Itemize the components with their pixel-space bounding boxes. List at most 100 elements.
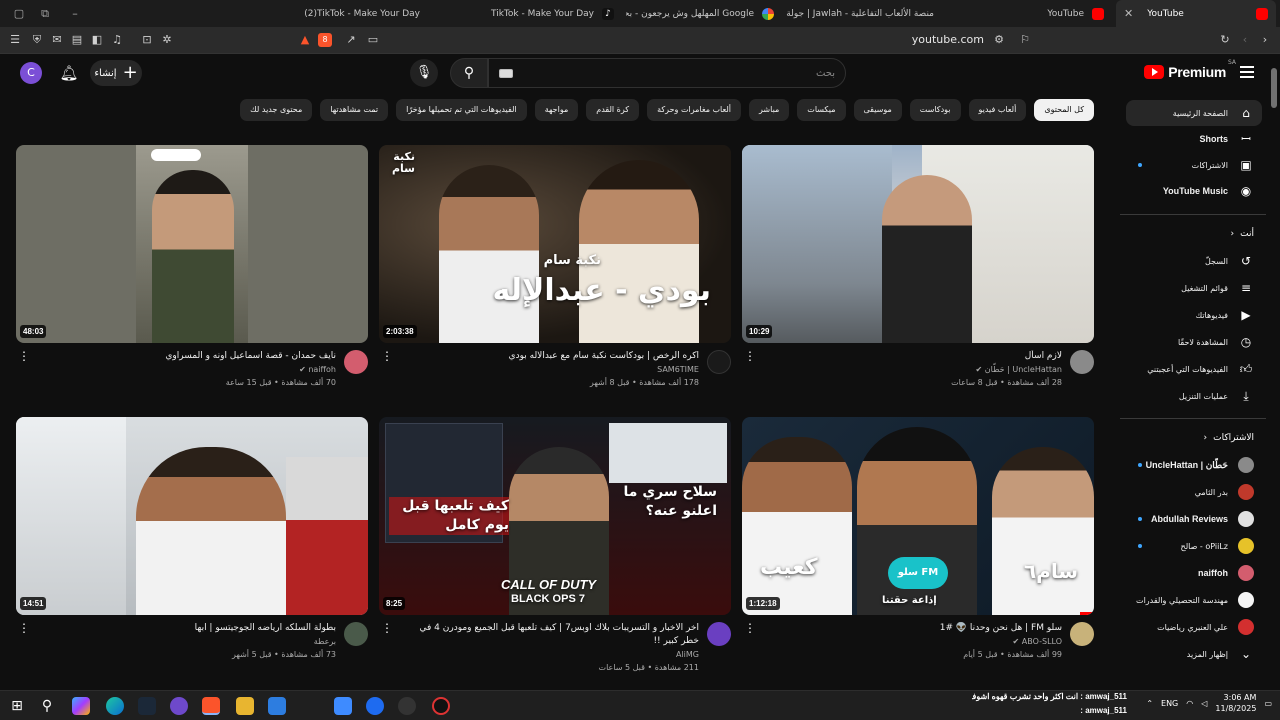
music-icon[interactable]: ♫ <box>110 33 124 47</box>
video-card[interactable]: كعيب سام٦ سلو FM إذاعة حقتنا 1:12:18 ⋮ س… <box>742 417 1094 679</box>
video-title[interactable]: بطولة السلكه ارياضه الجوجيتسو | ابها <box>36 622 336 635</box>
channel-name[interactable]: AliMG <box>676 650 699 659</box>
sidebar-item-youtube-music[interactable]: YouTube Music ◉ <box>1126 178 1262 204</box>
video-card[interactable]: سلاح سري ما اعلنو عنه؟ كيف تلعبها قبل يو… <box>379 417 731 679</box>
page-scrollbar[interactable] <box>1270 60 1278 680</box>
search-input[interactable]: بحث <box>488 58 846 88</box>
search-button[interactable]: ⚲ <box>450 58 488 88</box>
video-card[interactable]: 10:29 ⋮ لازم اسأل UncleHattan | حَطّان ✔… <box>742 145 1094 407</box>
app-icon[interactable] <box>398 697 416 715</box>
chip[interactable]: محتوى جديد لك <box>240 99 313 121</box>
brave-rewards-icon[interactable]: ▲ <box>298 33 312 47</box>
chip[interactable]: موسيقى <box>853 99 902 121</box>
sidebar-subscriptions-heading[interactable]: › الاشتراكات <box>1126 428 1262 448</box>
volume-icon[interactable]: ◁ <box>1201 699 1207 708</box>
browser-tab[interactable]: (2)TikTok - Make Your Day <box>292 0 428 27</box>
browser-tab-active[interactable]: ✕ YouTube <box>1116 0 1276 27</box>
sidebar-item-shorts[interactable]: Shorts ꟷ <box>1126 126 1262 152</box>
chip[interactable]: مواجهة <box>534 99 579 121</box>
chip[interactable]: بودكاست <box>909 99 961 121</box>
voice-search-mic-icon[interactable]: 🎙︎ <box>410 59 438 87</box>
forward-icon[interactable]: ‹ <box>1238 33 1252 47</box>
video-card[interactable]: 48:03 ⋮ نايف حمدان - قصة اسماعيل اونه و … <box>16 145 368 407</box>
sidebar-item-home[interactable]: الصفحة الرئيسية ⌂ <box>1126 100 1262 126</box>
video-card[interactable]: 14:51 ⋮ بطولة السلكه ارياضه الجوجيتسو | … <box>16 417 368 679</box>
sidebar-subscription[interactable]: بدر الثامي <box>1126 479 1262 505</box>
edge-icon[interactable] <box>106 697 124 715</box>
more-options-icon[interactable]: ⋮ <box>18 622 30 636</box>
sidebar-item-history[interactable]: السجلّ ↺ <box>1126 248 1262 274</box>
chip[interactable]: مباشر <box>749 99 790 121</box>
more-options-icon[interactable]: ⋮ <box>18 350 30 364</box>
window-menu-icon[interactable]: ▢ <box>10 5 28 23</box>
more-options-icon[interactable]: ⋮ <box>744 350 756 364</box>
site-settings-icon[interactable]: ⚙ <box>992 33 1006 47</box>
clock[interactable]: 3:06 AM 11/8/2025 <box>1215 692 1256 714</box>
channel-name[interactable]: ABO-SLLO ✔ <box>1013 637 1062 646</box>
video-title[interactable]: اخر الاخبار و التسريبات بلاك اوبس7 | كيف… <box>399 622 699 648</box>
app-icon[interactable] <box>334 697 352 715</box>
channel-name[interactable]: UncleHattan | حَطّان ✔ <box>976 365 1063 374</box>
channel-name[interactable]: naiffoh ✔ <box>299 365 336 374</box>
chip[interactable]: ألعاب فيديو <box>968 99 1027 121</box>
steam-icon[interactable] <box>138 697 156 715</box>
browser-tab[interactable]: المهلهل وش يرجعون - بحث Google <box>626 0 782 27</box>
sidebar-menu-icon[interactable]: ☰ <box>8 33 22 47</box>
store-icon[interactable] <box>268 697 286 715</box>
file-explorer-icon[interactable] <box>236 697 254 715</box>
notifications-bell-icon[interactable]: 🔔︎ <box>58 62 80 84</box>
sidebar-subscription[interactable]: صالح - oPiiLz <box>1126 533 1262 559</box>
channel-name[interactable]: SAM6TIME <box>657 365 699 374</box>
video-title[interactable]: سلو FM | هل نحن وحدنا 👽 #1 <box>762 622 1062 635</box>
sidebar-subscription[interactable]: UncleHattan | حَطّان <box>1126 452 1262 478</box>
sidebar-item-subscriptions[interactable]: الاشتراكات ▣ <box>1126 152 1262 178</box>
channel-avatar[interactable] <box>344 622 368 646</box>
video-thumbnail[interactable]: 10:29 <box>742 145 1094 343</box>
brave-shields-icon[interactable]: 8 <box>318 33 332 47</box>
sidebar-subscription[interactable]: naiffoh <box>1126 560 1262 586</box>
video-thumbnail[interactable]: 14:51 <box>16 417 368 615</box>
browser-tab[interactable]: YouTube <box>946 0 1112 27</box>
app-icon[interactable] <box>366 697 384 715</box>
screenshot-icon[interactable]: ⊡ <box>140 33 154 47</box>
brave-icon[interactable] <box>202 697 220 715</box>
video-card[interactable]: بودي - عبدالإله نكبة سام نكبة سام 2:03:3… <box>379 145 731 407</box>
browser-tab[interactable]: TikTok - Make Your Day ♪ <box>432 0 622 27</box>
more-options-icon[interactable]: ⋮ <box>381 622 393 636</box>
browser-tab[interactable]: جولة | Jawlah - منصة الألعاب التفاعلية <box>786 0 942 27</box>
minimize-icon[interactable]: – <box>66 5 84 23</box>
chip[interactable]: الفيديوهات التي تم تحميلها مؤخرًا <box>396 99 527 121</box>
reload-icon[interactable]: ↻ <box>1218 33 1232 47</box>
channel-avatar[interactable] <box>707 622 731 646</box>
chip-all[interactable]: كل المحتوى <box>1034 99 1094 121</box>
more-options-icon[interactable]: ⋮ <box>744 622 756 636</box>
obs-icon[interactable] <box>432 697 450 715</box>
sidebar-item-your-videos[interactable]: فيديوهاتك ▶ <box>1126 302 1262 328</box>
wifi-icon[interactable]: ◠ <box>1186 699 1193 708</box>
sidebar-item-liked-videos[interactable]: الفيديوهات التي أعجبتني 👍︎ <box>1126 356 1262 382</box>
shield-icon[interactable]: ⛨ <box>30 33 44 47</box>
sidebar-subscription[interactable]: Abdullah Reviews <box>1126 506 1262 532</box>
history-icon[interactable]: ▤ <box>70 33 84 47</box>
sidebar-item-playlists[interactable]: قوائم التشغيل ≡ <box>1126 275 1262 301</box>
chevron-up-icon[interactable]: ⌃ <box>1146 699 1153 708</box>
video-thumbnail[interactable]: بودي - عبدالإله نكبة سام نكبة سام 2:03:3… <box>379 145 731 343</box>
language-indicator[interactable]: ENG <box>1161 699 1178 708</box>
reading-list-icon[interactable]: ◧ <box>90 33 104 47</box>
close-tab-icon[interactable]: ✕ <box>1124 7 1133 20</box>
video-thumbnail[interactable]: سلاح سري ما اعلنو عنه؟ كيف تلعبها قبل يو… <box>379 417 731 615</box>
search-icon[interactable]: ⚲ <box>38 697 56 715</box>
channel-avatar[interactable] <box>1070 622 1094 646</box>
sidebar-item-watch-later[interactable]: المشاهدة لاحقًا ◷ <box>1126 329 1262 355</box>
tab-search-icon[interactable]: ⧉ <box>36 5 54 23</box>
scrollbar-thumb[interactable] <box>1271 68 1277 108</box>
channel-name[interactable]: برعطة <box>314 637 336 646</box>
video-title[interactable]: نايف حمدان - قصة اسماعيل اونه و المسراوي <box>36 350 336 363</box>
cast-icon[interactable]: ▭ <box>366 33 380 47</box>
video-title[interactable]: لازم اسأل <box>762 350 1062 363</box>
copilot-icon[interactable] <box>72 697 90 715</box>
video-thumbnail[interactable]: 48:03 <box>16 145 368 343</box>
address-bar[interactable]: youtube.com <box>912 33 984 46</box>
video-thumbnail[interactable]: كعيب سام٦ سلو FM إذاعة حقتنا 1:12:18 <box>742 417 1094 615</box>
channel-avatar[interactable] <box>1070 350 1094 374</box>
